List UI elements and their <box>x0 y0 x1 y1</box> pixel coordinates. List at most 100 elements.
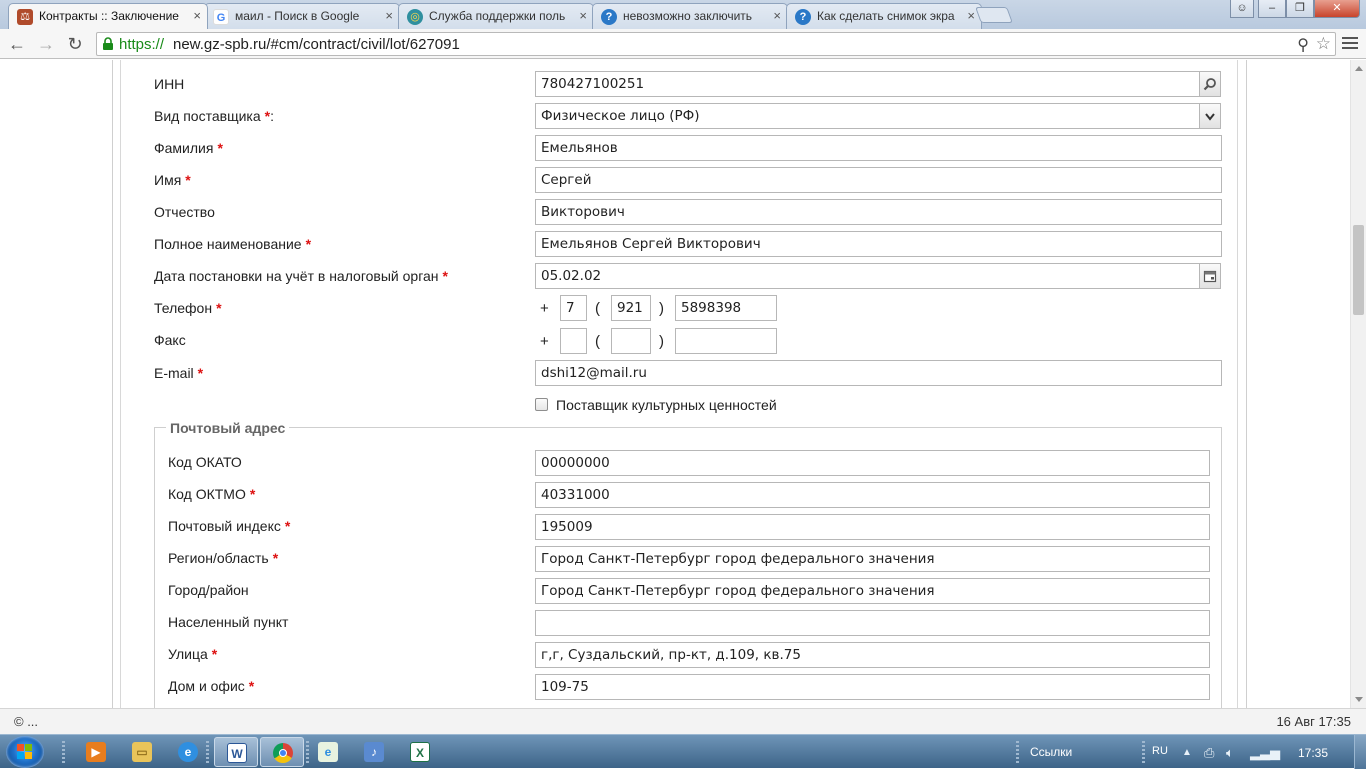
language-indicator[interactable]: RU <box>1152 745 1168 757</box>
chrome-icon[interactable] <box>260 737 304 767</box>
tray-expand-icon[interactable]: ▲ <box>1182 747 1192 758</box>
okato-field[interactable]: 00000000 <box>535 450 1210 476</box>
tab-close-icon[interactable]: × <box>385 8 393 23</box>
scroll-down-arrow-icon[interactable] <box>1355 697 1363 702</box>
tab-title: Как сделать снимок экра <box>817 9 955 23</box>
scroll-up-arrow-icon[interactable] <box>1355 66 1363 71</box>
volume-icon[interactable]: 🔈︎ <box>1226 745 1234 761</box>
email-field[interactable]: dshi12@mail.ru <box>535 360 1222 386</box>
back-button[interactable]: ← <box>6 33 28 55</box>
excel-icon[interactable]: X <box>398 737 442 767</box>
street-field[interactable]: г,г, Суздальский, пр-кт, д.109, кв.75 <box>535 642 1210 668</box>
search-icon[interactable] <box>1199 72 1220 96</box>
forward-button[interactable]: → <box>35 33 57 55</box>
url-scheme: https:// <box>119 36 165 53</box>
tab-contracts[interactable]: ⚖ Контракты :: Заключение × <box>8 3 208 29</box>
cultural-supplier-checkbox[interactable] <box>535 398 548 411</box>
last-name-label: Фамилия * <box>154 140 223 156</box>
first-name-field[interactable]: Сергей <box>535 167 1222 193</box>
cultural-supplier-label[interactable]: Поставщик культурных ценностей <box>556 397 777 413</box>
phone-close-paren: ) <box>659 300 664 317</box>
new-tab-button[interactable] <box>975 7 1013 23</box>
inn-field[interactable]: 780427100251 <box>535 71 1221 97</box>
copyright-text: © ... <box>14 714 39 729</box>
tray-links-toolbar[interactable]: Ссылки <box>1030 745 1072 759</box>
okato-label: Код ОКАТО <box>168 454 242 470</box>
footer-datetime: 16 Авг 17:35 <box>1276 714 1351 729</box>
windows-taskbar: ▶ ▭ e W e ♪ X Ссылки RU ▲ ⎙ 🔈︎ ▂▃▅ 17:35 <box>0 734 1366 769</box>
browser-toolbar: ← → ↻ https:// new.gz-spb.ru/#cm/contrac… <box>0 29 1366 59</box>
lock-icon <box>103 37 113 50</box>
tab-close-icon[interactable]: × <box>579 8 587 23</box>
windows-logo-icon <box>17 744 32 759</box>
fax-country-field[interactable] <box>560 328 587 354</box>
oktmo-field[interactable]: 40331000 <box>535 482 1210 508</box>
url-path: new.gz-spb.ru/#cm/contract/civil/lot/627… <box>173 36 460 53</box>
supplier-type-label: Вид поставщика *: <box>154 108 274 124</box>
vertical-scrollbar[interactable] <box>1350 60 1366 708</box>
fax-area-field[interactable] <box>611 328 651 354</box>
last-name-field[interactable]: Емельянов <box>535 135 1222 161</box>
tray-clock[interactable]: 17:35 <box>1298 746 1328 760</box>
taskbar-separator <box>62 741 65 763</box>
email-label: E-mail * <box>154 365 204 381</box>
bookmark-star-icon[interactable]: ☆ <box>1316 34 1331 54</box>
locality-field[interactable] <box>535 610 1210 636</box>
tab-cannot-conclude[interactable]: ? невозможно заключить × <box>592 3 788 29</box>
word-icon[interactable]: W <box>214 737 258 767</box>
chevron-down-icon[interactable] <box>1199 104 1220 128</box>
tab-title: маил - Поиск в Google <box>235 9 360 23</box>
supplier-type-select[interactable]: Физическое лицо (РФ) <box>535 103 1221 129</box>
ie-doc-icon[interactable]: e <box>306 737 350 767</box>
browser-menu-icon[interactable] <box>1342 35 1358 51</box>
phone-area-field[interactable]: 921 <box>611 295 651 321</box>
address-bar[interactable]: https:// new.gz-spb.ru/#cm/contract/civi… <box>96 32 1336 56</box>
internet-explorer-icon[interactable]: e <box>166 737 210 767</box>
phone-country-field[interactable]: 7 <box>560 295 587 321</box>
user-icon[interactable]: ☺ <box>1230 0 1254 18</box>
fax-open-paren: ( <box>595 333 600 350</box>
tab-support[interactable]: ◎ Служба поддержки поль × <box>398 3 594 29</box>
restore-button[interactable]: ❐ <box>1286 0 1314 18</box>
signal-icon[interactable]: ▂▃▅ <box>1250 745 1280 761</box>
full-name-label: Полное наименование * <box>154 236 312 252</box>
media-player-icon[interactable]: ▶ <box>74 737 118 767</box>
tax-reg-date-label: Дата постановки на учёт в налоговый орга… <box>154 268 448 284</box>
question-favicon-icon: ? <box>795 9 811 25</box>
tab-close-icon[interactable]: × <box>967 8 975 23</box>
phone-number-field[interactable]: 5898398 <box>675 295 777 321</box>
calendar-icon[interactable] <box>1199 264 1220 288</box>
taskbar-separator <box>1016 741 1019 763</box>
start-button[interactable] <box>6 736 44 768</box>
zoom-icon[interactable]: ⚲ <box>1297 35 1309 55</box>
page-viewport: ИНН 780427100251 Вид поставщика *: Физиче… <box>0 60 1350 708</box>
fax-number-field[interactable] <box>675 328 777 354</box>
street-label: Улица * <box>168 646 218 662</box>
city-field[interactable]: Город Санкт-Петербург город федерального… <box>535 578 1210 604</box>
postcode-field[interactable]: 195009 <box>535 514 1210 540</box>
show-desktop-button[interactable] <box>1354 735 1366 769</box>
tax-reg-date-field[interactable]: 05.02.02 <box>535 263 1221 289</box>
fax-plus: + <box>540 333 549 350</box>
speaker-app-icon[interactable]: ♪ <box>352 737 396 767</box>
support-favicon-icon: ◎ <box>407 9 423 25</box>
tab-screenshot-howto[interactable]: ? Как сделать снимок экра × <box>786 3 982 29</box>
minimize-button[interactable]: – <box>1258 0 1286 18</box>
first-name-label: Имя * <box>154 172 191 188</box>
house-field[interactable]: 109-75 <box>535 674 1210 700</box>
tab-google-search[interactable]: G маил - Поиск в Google × <box>204 3 400 29</box>
reload-button[interactable]: ↻ <box>64 33 86 55</box>
locality-label: Населенный пункт <box>168 614 289 630</box>
inn-label: ИНН <box>154 76 185 92</box>
region-field[interactable]: Город Санкт-Петербург город федерального… <box>535 546 1210 572</box>
explorer-icon[interactable]: ▭ <box>120 737 164 767</box>
tab-close-icon[interactable]: × <box>773 8 781 23</box>
patronymic-label: Отчество <box>154 204 215 220</box>
postal-address-legend: Почтовый адрес <box>166 420 290 436</box>
scroll-thumb[interactable] <box>1353 225 1364 315</box>
full-name-field[interactable]: Емельянов Сергей Викторович <box>535 231 1222 257</box>
patronymic-field[interactable]: Викторович <box>535 199 1222 225</box>
network-printer-icon[interactable]: ⎙ <box>1204 745 1214 761</box>
close-window-button[interactable]: ✕ <box>1314 0 1360 18</box>
tab-close-icon[interactable]: × <box>193 8 201 23</box>
